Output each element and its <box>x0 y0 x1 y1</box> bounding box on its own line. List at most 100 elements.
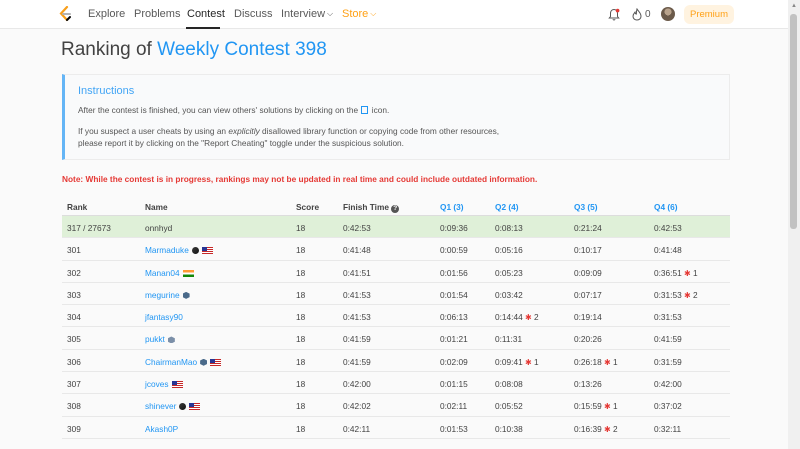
instructions-emphasis: explicitly <box>228 126 260 136</box>
rank-cell: 303 <box>67 289 81 300</box>
name-cell: Marmaduke <box>145 245 213 255</box>
finish-cell: 0:41:53 <box>343 289 371 300</box>
user-link[interactable]: Akash0P <box>145 424 178 434</box>
contest-link[interactable]: Weekly Contest 398 <box>157 39 327 60</box>
user-link[interactable]: Marmaduke <box>145 245 189 255</box>
q4-time: 0:36:51 <box>654 267 682 278</box>
avatar[interactable] <box>661 7 675 21</box>
user-link[interactable]: ChairmanMao <box>145 357 197 367</box>
user-link[interactable]: Manan04 <box>145 268 180 278</box>
leetcode-logo-icon[interactable] <box>58 6 72 22</box>
user-link[interactable]: shinever <box>145 401 176 411</box>
header-rank: Rank <box>67 202 88 212</box>
us-flag-icon <box>189 403 201 411</box>
finish-cell: 0:42:02 <box>343 401 371 412</box>
finish-cell: 0:41:59 <box>343 356 371 367</box>
q1-cell: 0:09:36 <box>440 223 468 233</box>
header-q3[interactable]: Q3 (5) <box>574 202 598 212</box>
nav-explore[interactable]: Explore <box>88 8 125 20</box>
header-finish-time: Finish Time ? <box>343 202 400 213</box>
q4-cell: 0:31:53 ✱ 2 <box>654 290 698 300</box>
score-cell: 18 <box>296 312 306 323</box>
bug-icon: ✱ <box>604 424 611 434</box>
q1-cell: 0:06:13 <box>440 312 468 323</box>
bell-icon[interactable] <box>608 8 620 21</box>
active-tab-indicator <box>186 27 220 29</box>
header-name: Name <box>145 202 168 212</box>
instructions-line-1: After the contest is finished, you can v… <box>78 105 389 115</box>
help-icon[interactable]: ? <box>391 205 400 213</box>
nav-problems[interactable]: Problems <box>134 8 180 20</box>
q4-time: 0:31:53 <box>654 289 682 300</box>
wrong-count: 2 <box>613 423 618 434</box>
q2-cell: 0:05:23 <box>495 267 523 278</box>
nav-interview[interactable]: Interview ⌵ <box>281 8 333 20</box>
q3-time: 0:26:18 <box>574 356 602 367</box>
guardian-badge-icon <box>191 247 199 255</box>
table-row: 303 megurine 18 0:41:53 0:01:54 0:03:42 … <box>62 283 730 306</box>
nav-contest[interactable]: Contest <box>187 8 225 20</box>
nav-discuss[interactable]: Discuss <box>234 8 273 20</box>
bug-icon: ✱ <box>525 357 532 367</box>
user-link[interactable]: jfantasy90 <box>145 312 183 322</box>
premium-button[interactable]: Premium <box>684 5 734 24</box>
user-link[interactable]: jcoves <box>145 379 169 389</box>
table-header: Rank Name Score Finish Time ? Q1 (3) Q2 … <box>62 195 730 216</box>
q2-time: 0:09:41 <box>495 356 523 367</box>
user-link[interactable]: megurine <box>145 290 180 300</box>
scrollbar-thumb[interactable] <box>790 14 797 229</box>
q2-cell: 0:14:44 ✱ 2 <box>495 312 539 322</box>
guardian-badge-icon <box>179 403 187 411</box>
q2-cell: 0:08:13 <box>495 223 523 233</box>
table-row: 307 jcoves 18 0:42:00 0:01:15 0:08:08 0:… <box>62 372 730 395</box>
q4-cell: 0:42:53 <box>654 223 682 233</box>
table-row: 308 shinever 18 0:42:02 0:02:11 0:05:52 … <box>62 394 730 417</box>
us-flag-icon <box>171 381 183 389</box>
bug-icon: ✱ <box>604 357 611 367</box>
nav-store[interactable]: Store ⌵ <box>342 8 376 20</box>
header-q1[interactable]: Q1 (3) <box>440 202 464 212</box>
rank-cell: 305 <box>67 334 81 345</box>
us-flag-icon <box>210 358 222 366</box>
q2-cell: 0:05:16 <box>495 245 523 256</box>
header-finish-label: Finish Time <box>343 202 389 212</box>
user-link[interactable]: pukkt <box>145 334 165 344</box>
q3-cell: 0:13:26 <box>574 379 602 390</box>
table-row: 306 ChairmanMao 18 0:41:59 0:02:09 0:09:… <box>62 350 730 373</box>
table-row: 305 pukkt 18 0:41:59 0:01:21 0:11:31 0:2… <box>62 327 730 350</box>
finish-cell: 0:42:11 <box>343 423 371 434</box>
table-row-current-user: 317 / 27673 onnhyd 18 0:42:53 0:09:36 0:… <box>62 216 730 239</box>
instructions-panel: Instructions After the contest is finish… <box>62 74 730 160</box>
rank-cell: 301 <box>67 245 81 256</box>
scroll-up-arrow-icon[interactable]: ▲ <box>791 3 797 9</box>
header-q2[interactable]: Q2 (4) <box>495 202 519 212</box>
bug-icon: ✱ <box>604 402 611 412</box>
score-cell: 18 <box>296 223 306 233</box>
instructions-line-2: If you suspect a user cheats by using an… <box>78 126 499 136</box>
nav-store-label: Store <box>342 8 369 20</box>
wrong-count: 1 <box>693 267 698 278</box>
table-row: 301 Marmaduke 18 0:41:48 0:00:59 0:05:16… <box>62 238 730 261</box>
score-cell: 18 <box>296 356 306 367</box>
page-title: Ranking of Weekly Contest 398 <box>61 39 327 61</box>
rank-cell: 306 <box>67 356 81 367</box>
fire-icon[interactable] <box>632 8 642 21</box>
wrong-count: 2 <box>534 312 539 323</box>
q2-cell: 0:09:41 ✱ 1 <box>495 357 539 367</box>
q4-cell: 0:42:00 <box>654 379 682 390</box>
q4-cell: 0:37:02 <box>654 401 682 412</box>
q1-cell: 0:01:53 <box>440 423 468 434</box>
shield-badge-icon <box>167 336 175 344</box>
name-cell: pukkt <box>145 334 175 344</box>
finish-cell: 0:41:59 <box>343 334 371 345</box>
finish-cell: 0:42:00 <box>343 379 371 390</box>
name-cell: shinever <box>145 401 201 411</box>
q3-cell: 0:09:09 <box>574 267 602 278</box>
header-q4[interactable]: Q4 (6) <box>654 202 678 212</box>
rank-cell: 309 <box>67 423 81 434</box>
name-cell: megurine <box>145 290 190 300</box>
q3-cell: 0:07:17 <box>574 289 602 300</box>
q3-cell: 0:16:39 ✱ 2 <box>574 424 618 434</box>
rank-cell: 317 / 27673 <box>67 223 111 233</box>
wrong-count: 2 <box>693 289 698 300</box>
